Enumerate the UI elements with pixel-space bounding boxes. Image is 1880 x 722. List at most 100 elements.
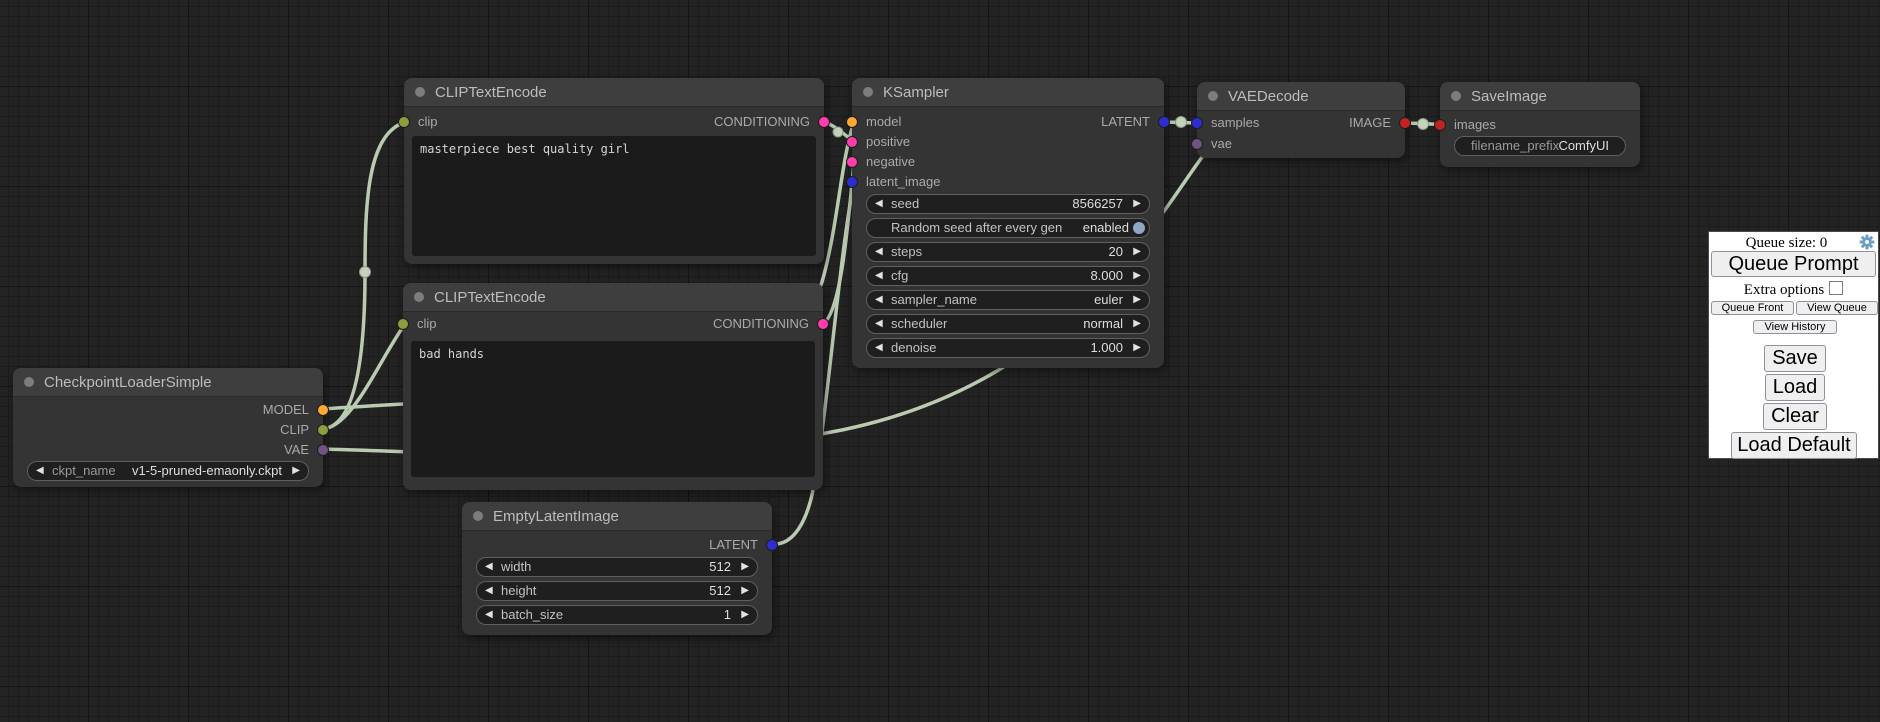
scheduler-widget[interactable]: ◀ scheduler normal ▶ [866,314,1150,334]
width-widget[interactable]: ◀ width 512 ▶ [476,557,758,577]
node-clip-text-encode-positive[interactable]: CLIPTextEncode clip CONDITIONING masterp… [404,78,824,264]
node-checkpoint-loader[interactable]: CheckpointLoaderSimple MODEL CLIP VAE ◀ … [13,368,323,487]
widget-value: 20 [1109,243,1123,261]
toggle-dot-icon[interactable] [1133,222,1145,234]
widget-label: denoise [891,339,937,357]
output-slot-clip[interactable] [317,424,329,436]
output-label-conditioning: CONDITIONING [714,114,810,129]
node-title-bar[interactable]: CLIPTextEncode [403,283,823,312]
prompt-textarea[interactable]: bad hands [411,341,815,477]
output-slot-image[interactable] [1399,117,1411,129]
view-queue-button[interactable]: View Queue [1796,301,1878,315]
sampler-name-widget[interactable]: ◀ sampler_name euler ▶ [866,290,1150,310]
settings-gear-icon[interactable] [1859,234,1875,250]
output-slot-latent[interactable] [1158,116,1170,128]
decrement-arrow-icon[interactable]: ◀ [875,315,883,333]
input-slot-images[interactable] [1434,119,1446,131]
decrement-arrow-icon[interactable]: ◀ [875,339,883,357]
node-collapse-dot-icon[interactable] [24,377,34,387]
node-graph-canvas[interactable]: CheckpointLoaderSimple MODEL CLIP VAE ◀ … [0,0,1880,722]
increment-arrow-icon[interactable]: ▶ [1133,291,1141,309]
increment-arrow-icon[interactable]: ▶ [741,582,749,600]
increment-arrow-icon[interactable]: ▶ [1133,195,1141,213]
queue-front-button[interactable]: Queue Front [1711,301,1794,315]
output-slot-latent[interactable] [766,539,778,551]
input-label-latent-image: latent_image [866,174,940,189]
extra-options-checkbox[interactable] [1829,281,1843,295]
increment-arrow-icon[interactable]: ▶ [1133,243,1141,261]
output-slot-conditioning[interactable] [817,318,829,330]
seed-widget[interactable]: ◀ seed 8566257 ▶ [866,194,1150,214]
input-slot-positive[interactable] [846,136,858,148]
input-slot-samples[interactable] [1191,117,1203,129]
cfg-widget[interactable]: ◀ cfg 8.000 ▶ [866,266,1150,286]
node-collapse-dot-icon[interactable] [473,511,483,521]
node-title-bar[interactable]: SaveImage [1440,82,1640,111]
input-label-negative: negative [866,154,915,169]
queue-prompt-button[interactable]: Queue Prompt [1711,251,1876,277]
decrement-arrow-icon[interactable]: ◀ [875,291,883,309]
decrement-arrow-icon[interactable]: ◀ [485,558,493,576]
node-save-image[interactable]: SaveImage images filename_prefix ComfyUI [1440,82,1640,167]
node-title: CLIPTextEncode [435,84,547,101]
input-slot-clip[interactable] [398,116,410,128]
denoise-widget[interactable]: ◀ denoise 1.000 ▶ [866,338,1150,358]
output-label-conditioning: CONDITIONING [713,316,809,331]
widget-value: euler [1094,291,1123,309]
node-vae-decode[interactable]: VAEDecode samples IMAGE vae [1197,82,1405,158]
increment-arrow-icon[interactable]: ▶ [1133,315,1141,333]
decrement-arrow-icon[interactable]: ◀ [875,267,883,285]
save-button[interactable]: Save [1764,345,1826,372]
view-history-button[interactable]: View History [1753,320,1837,334]
height-widget[interactable]: ◀ height 512 ▶ [476,581,758,601]
input-slot-negative[interactable] [846,156,858,168]
increment-arrow-icon[interactable]: ▶ [741,606,749,624]
widget-value: 512 [709,558,731,576]
decrement-arrow-icon[interactable]: ◀ [485,582,493,600]
node-title: EmptyLatentImage [493,508,619,525]
output-slot-model[interactable] [317,404,329,416]
output-slot-vae[interactable] [317,444,329,456]
random-seed-toggle[interactable]: Random seed after every gen enabled [866,218,1150,238]
node-title-bar[interactable]: EmptyLatentImage [462,502,772,531]
load-default-button[interactable]: Load Default [1731,432,1857,459]
increment-arrow-icon[interactable]: ▶ [1133,267,1141,285]
node-collapse-dot-icon[interactable] [863,87,873,97]
input-slot-latent-image[interactable] [846,176,858,188]
increment-arrow-icon[interactable]: ▶ [292,462,300,480]
input-label-images: images [1454,117,1496,132]
filename-prefix-widget[interactable]: filename_prefix ComfyUI [1454,136,1626,156]
node-title-bar[interactable]: VAEDecode [1197,82,1405,111]
node-ksampler[interactable]: KSampler model LATENT positive negative … [852,78,1164,368]
decrement-arrow-icon[interactable]: ◀ [36,462,44,480]
clear-button[interactable]: Clear [1763,403,1827,430]
node-collapse-dot-icon[interactable] [1208,91,1218,101]
prompt-textarea[interactable]: masterpiece best quality girl [412,136,816,256]
widget-value: normal [1083,315,1123,333]
output-slot-conditioning[interactable] [818,116,830,128]
steps-widget[interactable]: ◀ steps 20 ▶ [866,242,1150,262]
node-title-bar[interactable]: CLIPTextEncode [404,78,824,107]
input-slot-clip[interactable] [397,318,409,330]
ckpt-name-widget[interactable]: ◀ ckpt_name v1-5-pruned-emaonly.ckpt ▶ [27,461,309,481]
node-title-bar[interactable]: KSampler [852,78,1164,107]
increment-arrow-icon[interactable]: ▶ [1133,339,1141,357]
input-slot-model[interactable] [846,116,858,128]
load-button[interactable]: Load [1765,374,1825,401]
decrement-arrow-icon[interactable]: ◀ [875,243,883,261]
node-collapse-dot-icon[interactable] [1451,91,1461,101]
node-title-bar[interactable]: CheckpointLoaderSimple [13,368,323,397]
node-collapse-dot-icon[interactable] [415,87,425,97]
input-label-clip: clip [418,114,438,129]
decrement-arrow-icon[interactable]: ◀ [485,606,493,624]
widget-value: v1-5-pruned-emaonly.ckpt [132,462,282,480]
batch-size-widget[interactable]: ◀ batch_size 1 ▶ [476,605,758,625]
widget-label: width [501,558,531,576]
node-collapse-dot-icon[interactable] [414,292,424,302]
node-empty-latent-image[interactable]: EmptyLatentImage LATENT ◀ width 512 ▶ ◀ … [462,502,772,635]
increment-arrow-icon[interactable]: ▶ [741,558,749,576]
node-clip-text-encode-negative[interactable]: CLIPTextEncode clip CONDITIONING bad han… [403,283,823,490]
widget-label: ckpt_name [52,462,116,480]
input-slot-vae[interactable] [1191,138,1203,150]
decrement-arrow-icon[interactable]: ◀ [875,195,883,213]
